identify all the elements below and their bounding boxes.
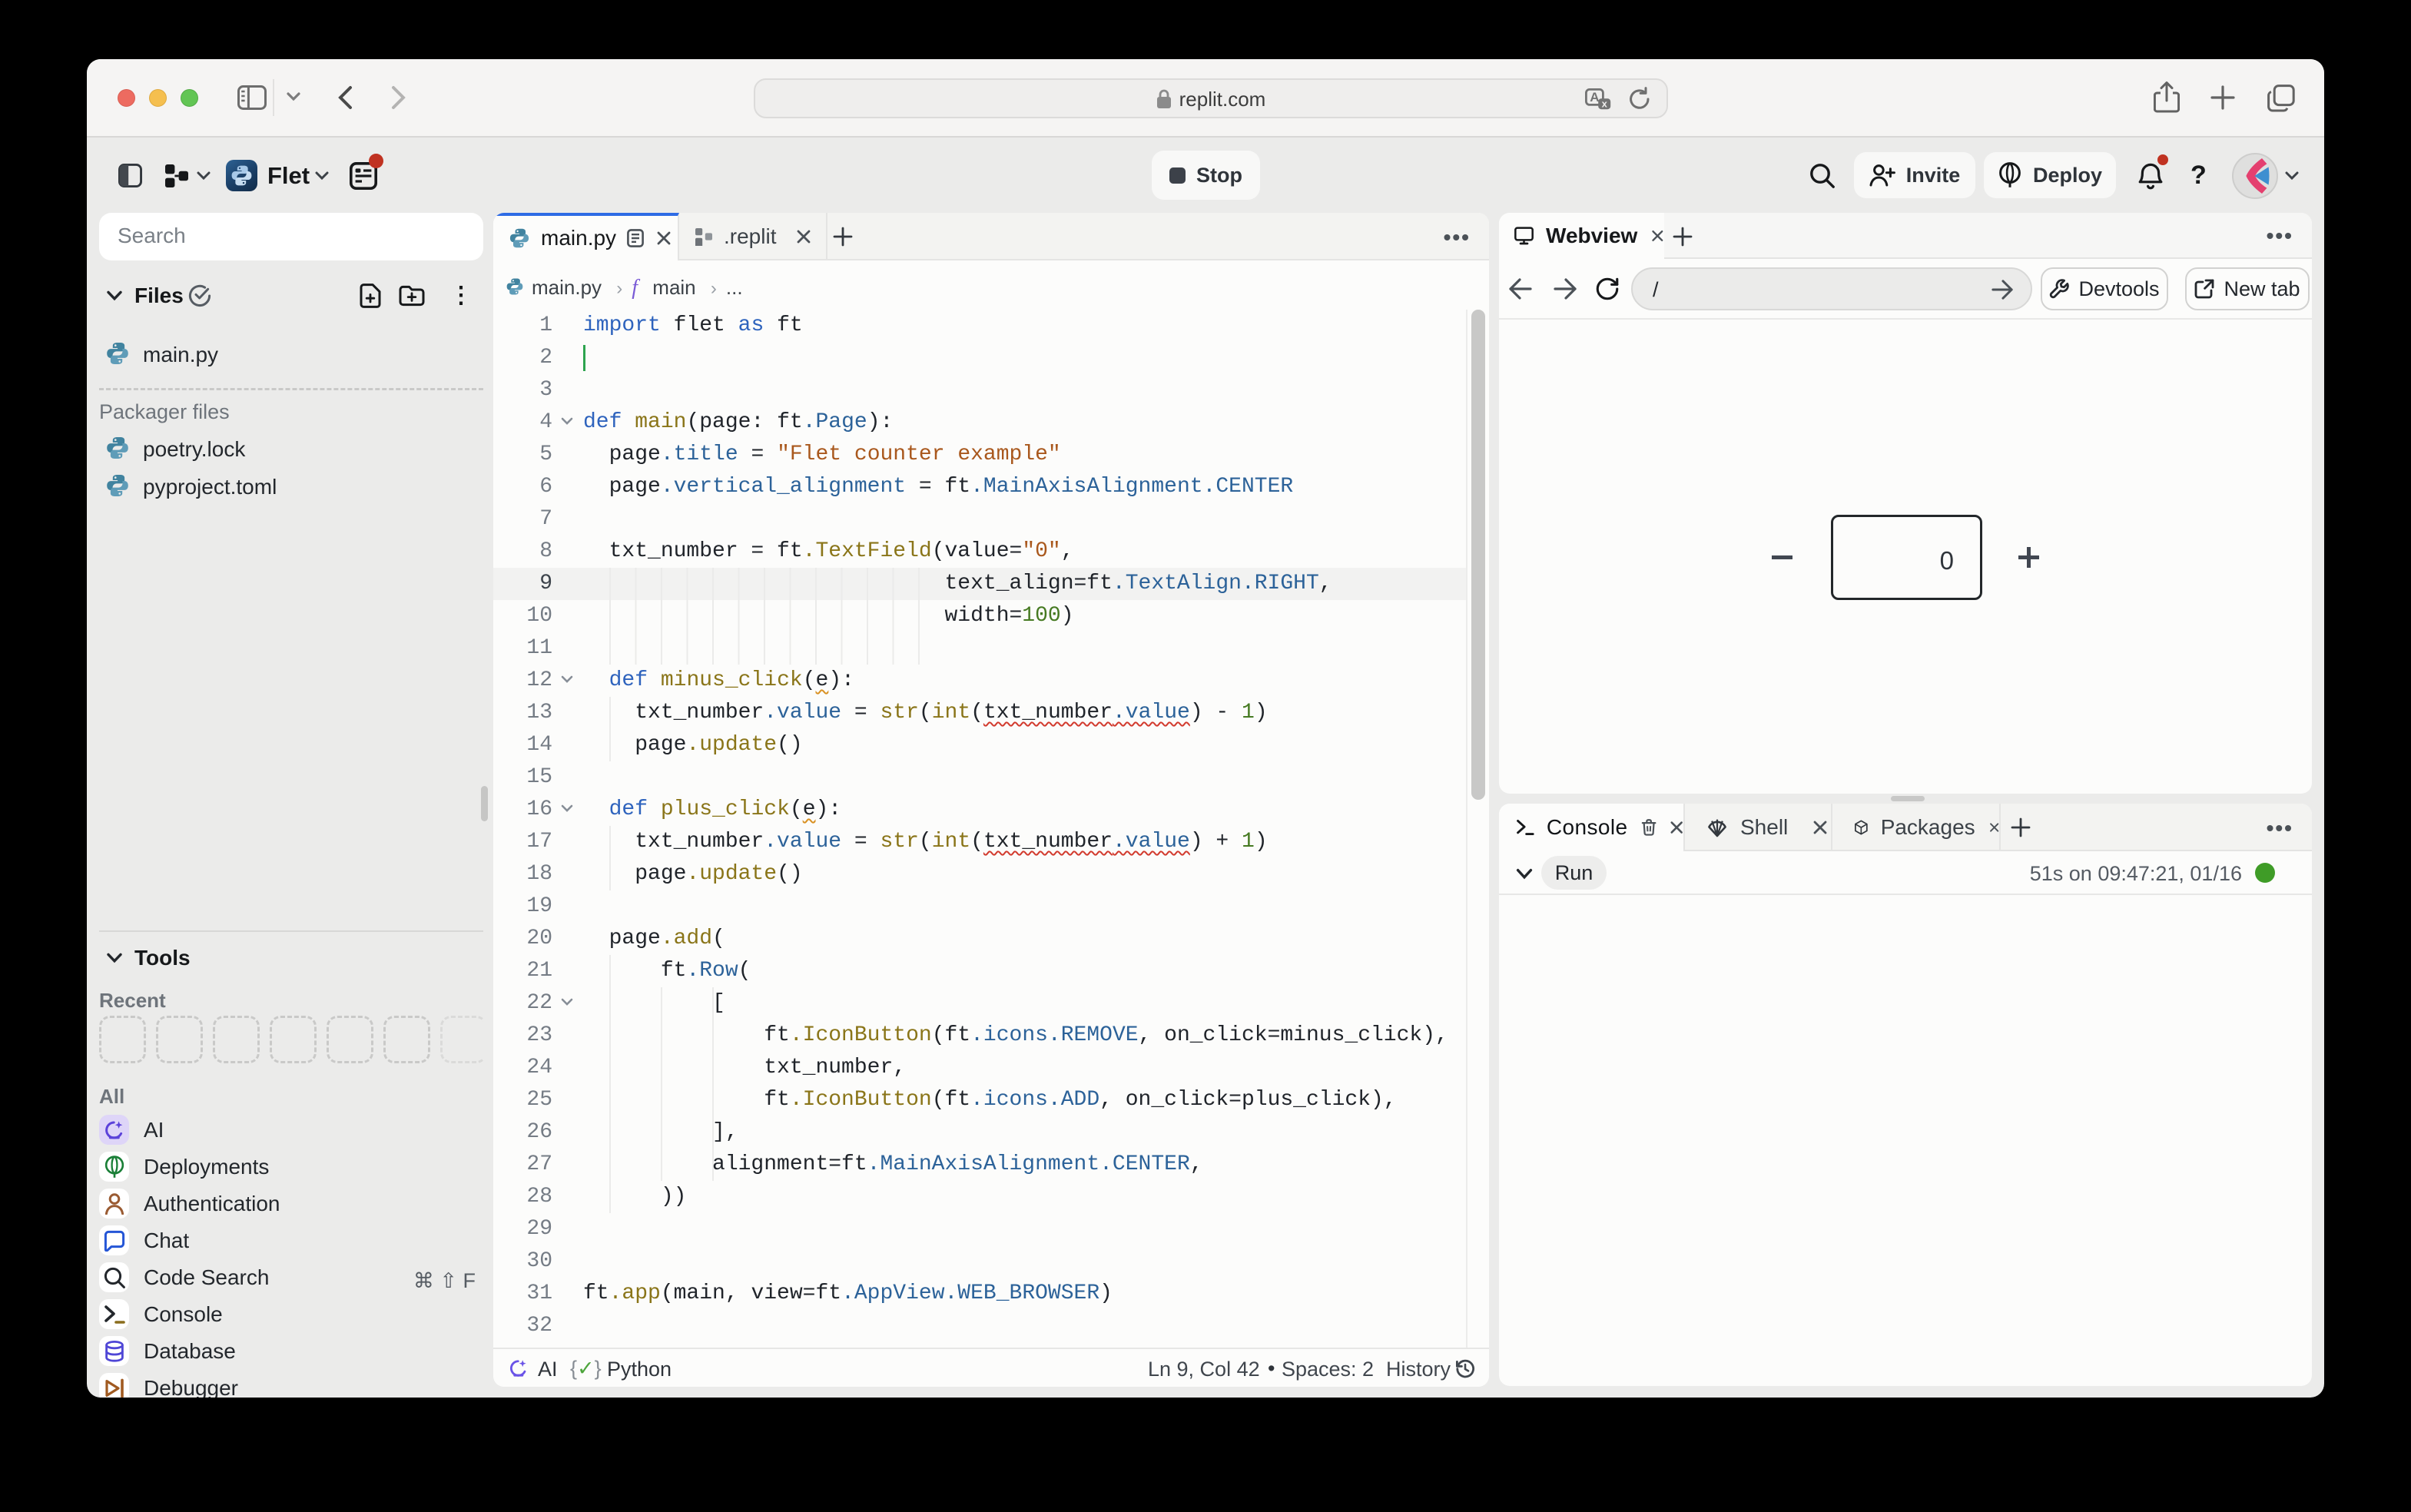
svg-text:x: x bbox=[1602, 98, 1608, 110]
svg-text:A: A bbox=[1590, 90, 1599, 104]
